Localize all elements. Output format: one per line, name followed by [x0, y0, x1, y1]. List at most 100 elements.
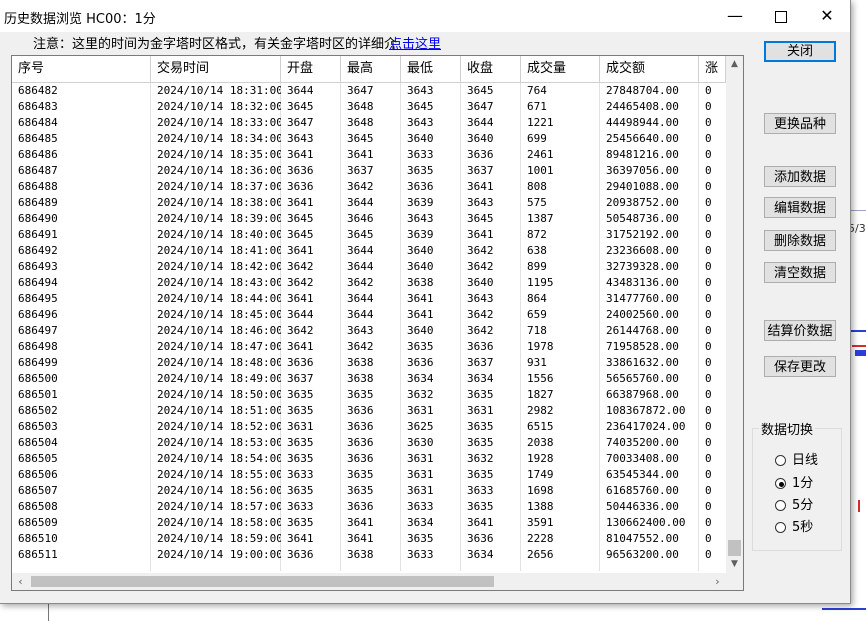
cell-change: 0 [705, 116, 712, 129]
close-button[interactable]: 关闭 [764, 41, 836, 62]
cell-high: 3641 [347, 532, 374, 545]
cell-close: 3642 [467, 260, 494, 273]
vertical-scrollbar[interactable]: ▲ ▼ [726, 56, 743, 573]
column-header-time[interactable]: 交易时间 [151, 56, 281, 82]
cell-time: 2024/10/14 18:57:00 [157, 500, 281, 513]
cell-volume: 1556 [527, 372, 554, 385]
change-symbol-button[interactable]: 更换品种 [764, 113, 836, 134]
vertical-scroll-thumb[interactable] [728, 540, 741, 556]
cell-close: 3645 [467, 84, 494, 97]
table-row[interactable]: 686487 2024/10/14 18:36:00 3636 3637 3635 363… [12, 163, 726, 179]
table-row[interactable]: 686511 2024/10/14 19:00:00 3636 3638 3633 363… [12, 547, 726, 563]
cell-volume: 1387 [527, 212, 554, 225]
data-grid[interactable]: 序号 交易时间 开盘 最高 最低 收盘 成交量 成交额涨 686482 2024/10/14 1… [11, 55, 744, 591]
table-row[interactable]: 686506 2024/10/14 18:55:00 3633 3635 3631 363… [12, 467, 726, 483]
table-row[interactable]: 686486 2024/10/14 18:35:00 3641 3641 3633 363… [12, 147, 726, 163]
radio-circle-icon[interactable] [775, 455, 786, 466]
table-row[interactable]: 686504 2024/10/14 18:53:00 3635 3636 3630 363… [12, 435, 726, 451]
cell-high: 3647 [347, 84, 374, 97]
delete-data-button[interactable]: 删除数据 [764, 230, 836, 251]
table-row[interactable]: 686483 2024/10/14 18:32:00 3645 3648 3645 364… [12, 99, 726, 115]
cell-volume: 671 [527, 100, 547, 113]
table-row[interactable]: 686510 2024/10/14 18:59:00 3641 3641 3635 363… [12, 531, 726, 547]
scroll-down-icon[interactable]: ▼ [726, 556, 743, 573]
table-row[interactable]: 686482 2024/10/14 18:31:00 3644 3647 3643 364… [12, 83, 726, 99]
edit-data-button[interactable]: 编辑数据 [764, 197, 836, 218]
close-window-button[interactable]: ✕ [804, 0, 850, 32]
column-header-amount[interactable]: 成交额 [600, 56, 699, 82]
cell-open: 3645 [287, 228, 314, 241]
bg-chart-line [855, 350, 866, 356]
cell-high: 3636 [347, 404, 374, 417]
column-header-open[interactable]: 开盘 [281, 56, 341, 82]
cell-high: 3648 [347, 116, 374, 129]
horizontal-scroll-thumb[interactable] [31, 576, 494, 587]
table-row[interactable]: 686509 2024/10/14 18:58:00 3635 3641 3634 364… [12, 515, 726, 531]
radio-circle-icon[interactable] [775, 478, 786, 489]
add-data-button[interactable]: 添加数据 [764, 166, 836, 187]
table-row[interactable]: 686484 2024/10/14 18:33:00 3647 3648 3643 364… [12, 115, 726, 131]
table-row[interactable]: 686492 2024/10/14 18:41:00 3641 3644 3640 364… [12, 243, 726, 259]
cell-low: 3633 [407, 500, 434, 513]
table-row[interactable]: 686490 2024/10/14 18:39:00 3645 3646 3643 364… [12, 211, 726, 227]
table-row[interactable]: 686499 2024/10/14 18:48:00 3636 3638 3636 363… [12, 355, 726, 371]
table-row[interactable]: 686502 2024/10/14 18:51:00 3635 3636 3631 363… [12, 403, 726, 419]
cell-low: 3636 [407, 180, 434, 193]
table-row[interactable]: 686495 2024/10/14 18:44:00 3641 3644 3641 364… [12, 291, 726, 307]
table-row[interactable]: 686498 2024/10/14 18:47:00 3641 3642 3635 363… [12, 339, 726, 355]
cell-high: 3641 [347, 516, 374, 529]
cell-low: 3631 [407, 468, 434, 481]
cell-open: 3633 [287, 468, 314, 481]
horizontal-scrollbar[interactable]: ‹ › [12, 573, 726, 590]
clear-data-button[interactable]: 清空数据 [764, 262, 836, 283]
cell-high: 3645 [347, 228, 374, 241]
cell-open: 3631 [287, 420, 314, 433]
cell-amount: 50548736.00 [606, 212, 679, 225]
cell-change: 0 [705, 340, 712, 353]
scroll-left-icon[interactable]: ‹ [12, 573, 29, 590]
scroll-right-icon[interactable]: › [709, 573, 726, 590]
column-header-close[interactable]: 收盘 [461, 56, 521, 82]
minimize-button[interactable]: — [712, 0, 758, 32]
scroll-up-icon[interactable]: ▲ [726, 56, 743, 73]
table-row[interactable]: 686489 2024/10/14 18:38:00 3641 3644 3639 364… [12, 195, 726, 211]
table-row[interactable]: 686496 2024/10/14 18:45:00 3644 3644 3641 364… [12, 307, 726, 323]
settlement-data-button[interactable]: 结算价数据 [764, 320, 836, 341]
table-row[interactable]: 686505 2024/10/14 18:54:00 3635 3636 3631 363… [12, 451, 726, 467]
table-row[interactable]: 686485 2024/10/14 18:34:00 3643 3645 3640 364… [12, 131, 726, 147]
radio-label: 5秒 [792, 520, 814, 535]
cell-high: 3644 [347, 260, 374, 273]
save-changes-button[interactable]: 保存更改 [764, 356, 836, 377]
table-row[interactable]: 686501 2024/10/14 18:50:00 3635 3635 3632 363… [12, 387, 726, 403]
table-row[interactable]: 686500 2024/10/14 18:49:00 3637 3638 3634 363… [12, 371, 726, 387]
cell-low: 3641 [407, 308, 434, 321]
table-row[interactable]: 686503 2024/10/14 18:52:00 3631 3636 3625 363… [12, 419, 726, 435]
table-row[interactable]: 686494 2024/10/14 18:43:00 3642 3642 3638 364… [12, 275, 726, 291]
column-header-high[interactable]: 最高 [341, 56, 401, 82]
cell-index: 686505 [18, 452, 58, 465]
cell-amount: 89481216.00 [606, 148, 679, 161]
cell-change: 0 [705, 436, 712, 449]
column-header-low[interactable]: 最低 [401, 56, 461, 82]
click-here-link[interactable]: 点击这里 [389, 33, 441, 52]
table-row[interactable]: 686508 2024/10/14 18:57:00 3633 3636 3633 363… [12, 499, 726, 515]
cell-index: 686482 [18, 84, 58, 97]
cell-close: 3640 [467, 132, 494, 145]
radio-circle-icon[interactable] [775, 500, 786, 511]
column-header-index[interactable]: 序号 [12, 56, 151, 82]
maximize-button[interactable] [758, 0, 804, 32]
column-header-volume[interactable]: 成交量 [521, 56, 600, 82]
cell-index: 686498 [18, 340, 58, 353]
table-row[interactable]: 686507 2024/10/14 18:56:00 3635 3635 3631 363… [12, 483, 726, 499]
cell-volume: 864 [527, 292, 547, 305]
table-row[interactable]: 686497 2024/10/14 18:46:00 3642 3643 3640 364… [12, 323, 726, 339]
cell-volume: 6515 [527, 420, 554, 433]
radio-circle-icon[interactable] [775, 522, 786, 533]
column-header-change[interactable]: 涨 [699, 56, 726, 82]
table-row[interactable]: 686491 2024/10/14 18:40:00 3645 3645 3639 364… [12, 227, 726, 243]
cell-low: 3638 [407, 276, 434, 289]
cell-amount: 50446336.00 [606, 500, 679, 513]
table-row[interactable]: 686488 2024/10/14 18:37:00 3636 3642 3636 364… [12, 179, 726, 195]
table-row[interactable]: 686493 2024/10/14 18:42:00 3642 3644 3640 364… [12, 259, 726, 275]
cell-low: 3630 [407, 436, 434, 449]
